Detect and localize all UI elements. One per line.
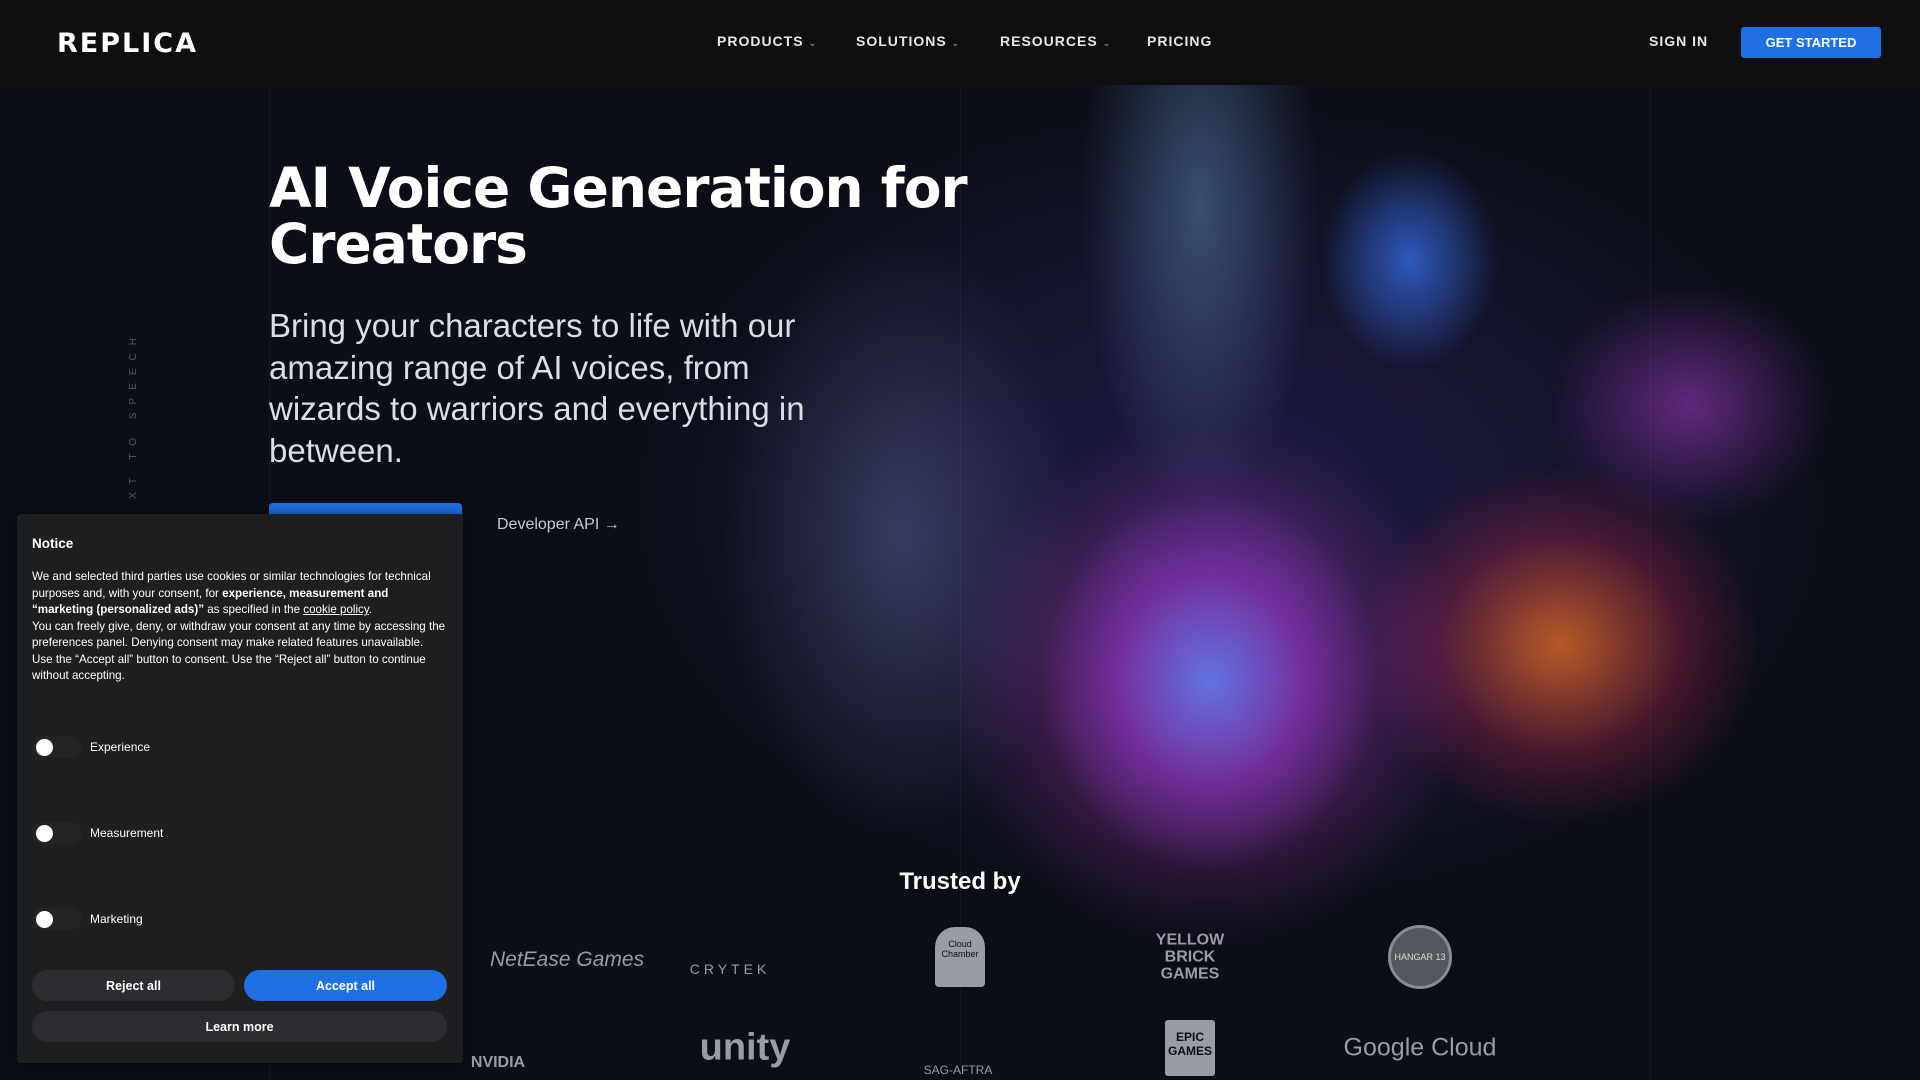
logo-unity: unity: [699, 1026, 791, 1069]
learn-more-button[interactable]: Learn more: [32, 1011, 447, 1042]
get-started-button[interactable]: GET STARTED: [1741, 27, 1881, 58]
nav-label: RESOURCES: [1000, 33, 1098, 49]
measurement-toggle[interactable]: [32, 822, 82, 844]
top-nav: REPLICA PRODUCTS ⌄ SOLUTIONS ⌄ RESOURCES ⌄ …: [0, 0, 1920, 85]
logo-sag-aftra: SAG-AFTRA: [923, 1063, 993, 1077]
nav-label: SOLUTIONS: [856, 33, 947, 49]
marketing-label: Marketing: [90, 912, 143, 926]
logo-nvidia: NVIDIA: [470, 1054, 526, 1071]
experience-toggle[interactable]: [32, 736, 82, 758]
logo-cloud-chamber: Cloud Chamber: [935, 927, 985, 987]
logo-hangar: HANGAR 13: [1388, 925, 1452, 989]
developer-api-link[interactable]: Developer API →: [497, 516, 620, 534]
grid-line: [1650, 85, 1651, 1080]
logo-yellow-brick: YELLOW BRICK GAMES: [1155, 931, 1225, 983]
cookie-text-part: You can freely give, deny, or withdraw y…: [32, 619, 446, 650]
cookie-text-part: Use the “Accept all” button to consent. …: [32, 652, 426, 683]
nav-resources[interactable]: RESOURCES ⌄: [1000, 33, 1111, 49]
chevron-down-icon: ⌄: [1102, 38, 1112, 48]
cookie-text-part: as specified in the: [204, 603, 304, 616]
cookie-policy-link[interactable]: cookie policy: [303, 603, 369, 616]
nav-label: PRICING: [1147, 33, 1213, 49]
sign-in-link[interactable]: SIGN IN: [1649, 33, 1708, 49]
replica-logo[interactable]: REPLICA: [57, 28, 198, 59]
toggle-knob: [36, 911, 53, 928]
side-label: XT TO SPEECH: [128, 330, 139, 499]
measurement-label: Measurement: [90, 826, 164, 840]
logo-netease: NetEase Games: [490, 948, 645, 971]
logo-epic-games: EPIC GAMES: [1165, 1020, 1215, 1076]
chevron-down-icon: ⌄: [808, 38, 818, 48]
logo-google-cloud: Google Cloud: [1343, 1033, 1497, 1062]
chevron-down-icon: ⌄: [951, 38, 961, 48]
accept-all-button[interactable]: Accept all: [244, 970, 447, 1001]
nav-solutions[interactable]: SOLUTIONS ⌄: [856, 33, 960, 49]
marketing-toggle[interactable]: [32, 908, 82, 930]
hero-subtitle: Bring your characters to life with our a…: [269, 307, 805, 469]
nav-pricing[interactable]: PRICING: [1147, 33, 1212, 49]
cookie-text-part: .: [368, 603, 373, 616]
cookie-text: We and selected third parties use cookie…: [32, 569, 452, 685]
cookie-title: Notice: [32, 536, 74, 551]
nav-products[interactable]: PRODUCTS ⌄: [717, 33, 817, 49]
logo-crytek: CRYTEK: [689, 961, 771, 977]
nav-label: PRODUCTS: [717, 33, 804, 49]
experience-label: Experience: [90, 740, 151, 754]
toggle-knob: [36, 739, 53, 756]
hero-title: AI Voice Generation for Creators: [269, 156, 968, 276]
reject-all-button[interactable]: Reject all: [32, 970, 235, 1001]
toggle-knob: [36, 825, 53, 842]
cookie-notice-dialog: Notice We and selected third parties use…: [17, 514, 463, 1063]
